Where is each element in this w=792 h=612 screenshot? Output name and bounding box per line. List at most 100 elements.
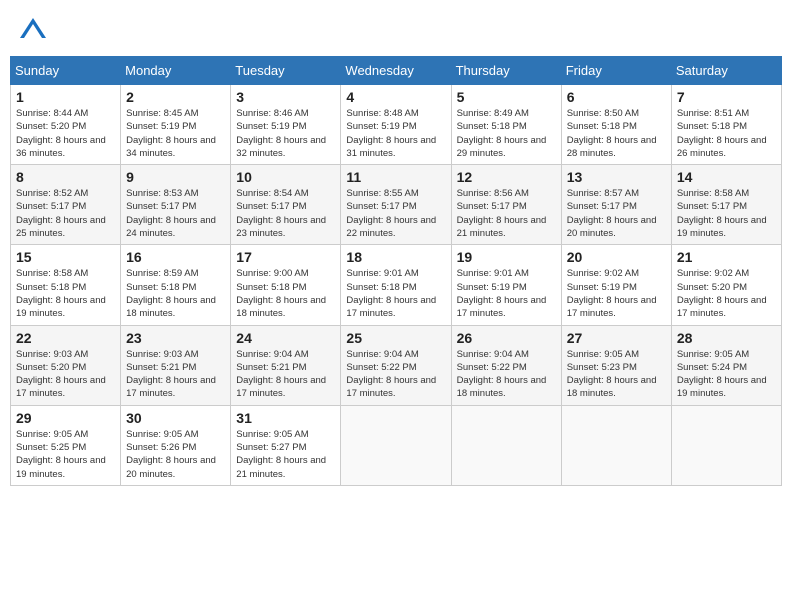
calendar-day-25: 25 Sunrise: 9:04 AMSunset: 5:22 PMDayligh…: [341, 325, 451, 405]
calendar-day-1: 1 Sunrise: 8:44 AMSunset: 5:20 PMDaylight…: [11, 85, 121, 165]
day-info: Sunrise: 8:54 AMSunset: 5:17 PMDaylight:…: [236, 187, 335, 240]
day-number: 3: [236, 89, 335, 105]
day-info: Sunrise: 8:59 AMSunset: 5:18 PMDaylight:…: [126, 267, 225, 320]
day-number: 30: [126, 410, 225, 426]
calendar-day-29: 29 Sunrise: 9:05 AMSunset: 5:25 PMDayligh…: [11, 405, 121, 485]
day-number: 17: [236, 249, 335, 265]
empty-cell: [671, 405, 781, 485]
day-number: 29: [16, 410, 115, 426]
day-info: Sunrise: 9:03 AMSunset: 5:20 PMDaylight:…: [16, 348, 115, 401]
calendar-day-13: 13 Sunrise: 8:57 AMSunset: 5:17 PMDayligh…: [561, 165, 671, 245]
calendar-table: SundayMondayTuesdayWednesdayThursdayFrid…: [10, 56, 782, 486]
logo-icon: [18, 14, 48, 44]
column-header-sunday: Sunday: [11, 57, 121, 85]
calendar-day-10: 10 Sunrise: 8:54 AMSunset: 5:17 PMDayligh…: [231, 165, 341, 245]
day-info: Sunrise: 8:49 AMSunset: 5:18 PMDaylight:…: [457, 107, 556, 160]
calendar-header-row: SundayMondayTuesdayWednesdayThursdayFrid…: [11, 57, 782, 85]
day-number: 21: [677, 249, 776, 265]
day-info: Sunrise: 8:53 AMSunset: 5:17 PMDaylight:…: [126, 187, 225, 240]
day-number: 18: [346, 249, 445, 265]
day-info: Sunrise: 9:04 AMSunset: 5:21 PMDaylight:…: [236, 348, 335, 401]
day-info: Sunrise: 9:05 AMSunset: 5:25 PMDaylight:…: [16, 428, 115, 481]
calendar-day-21: 21 Sunrise: 9:02 AMSunset: 5:20 PMDayligh…: [671, 245, 781, 325]
day-number: 5: [457, 89, 556, 105]
calendar-day-11: 11 Sunrise: 8:55 AMSunset: 5:17 PMDayligh…: [341, 165, 451, 245]
calendar-day-17: 17 Sunrise: 9:00 AMSunset: 5:18 PMDayligh…: [231, 245, 341, 325]
calendar-day-3: 3 Sunrise: 8:46 AMSunset: 5:19 PMDaylight…: [231, 85, 341, 165]
empty-cell: [451, 405, 561, 485]
day-info: Sunrise: 9:03 AMSunset: 5:21 PMDaylight:…: [126, 348, 225, 401]
day-info: Sunrise: 8:52 AMSunset: 5:17 PMDaylight:…: [16, 187, 115, 240]
calendar-week-2: 8 Sunrise: 8:52 AMSunset: 5:17 PMDaylight…: [11, 165, 782, 245]
calendar-week-5: 29 Sunrise: 9:05 AMSunset: 5:25 PMDayligh…: [11, 405, 782, 485]
logo: [18, 14, 52, 44]
empty-cell: [341, 405, 451, 485]
calendar-day-23: 23 Sunrise: 9:03 AMSunset: 5:21 PMDayligh…: [121, 325, 231, 405]
calendar-day-5: 5 Sunrise: 8:49 AMSunset: 5:18 PMDaylight…: [451, 85, 561, 165]
column-header-wednesday: Wednesday: [341, 57, 451, 85]
day-number: 10: [236, 169, 335, 185]
calendar-day-24: 24 Sunrise: 9:04 AMSunset: 5:21 PMDayligh…: [231, 325, 341, 405]
day-info: Sunrise: 9:00 AMSunset: 5:18 PMDaylight:…: [236, 267, 335, 320]
calendar-day-30: 30 Sunrise: 9:05 AMSunset: 5:26 PMDayligh…: [121, 405, 231, 485]
calendar-day-26: 26 Sunrise: 9:04 AMSunset: 5:22 PMDayligh…: [451, 325, 561, 405]
day-number: 28: [677, 330, 776, 346]
calendar-day-18: 18 Sunrise: 9:01 AMSunset: 5:18 PMDayligh…: [341, 245, 451, 325]
day-info: Sunrise: 9:01 AMSunset: 5:19 PMDaylight:…: [457, 267, 556, 320]
day-number: 20: [567, 249, 666, 265]
day-info: Sunrise: 9:01 AMSunset: 5:18 PMDaylight:…: [346, 267, 445, 320]
day-number: 13: [567, 169, 666, 185]
day-info: Sunrise: 9:04 AMSunset: 5:22 PMDaylight:…: [346, 348, 445, 401]
day-number: 19: [457, 249, 556, 265]
calendar-day-31: 31 Sunrise: 9:05 AMSunset: 5:27 PMDayligh…: [231, 405, 341, 485]
day-number: 31: [236, 410, 335, 426]
day-info: Sunrise: 8:57 AMSunset: 5:17 PMDaylight:…: [567, 187, 666, 240]
day-info: Sunrise: 9:05 AMSunset: 5:23 PMDaylight:…: [567, 348, 666, 401]
day-info: Sunrise: 8:44 AMSunset: 5:20 PMDaylight:…: [16, 107, 115, 160]
day-number: 27: [567, 330, 666, 346]
day-info: Sunrise: 9:05 AMSunset: 5:24 PMDaylight:…: [677, 348, 776, 401]
calendar-week-1: 1 Sunrise: 8:44 AMSunset: 5:20 PMDaylight…: [11, 85, 782, 165]
day-info: Sunrise: 8:50 AMSunset: 5:18 PMDaylight:…: [567, 107, 666, 160]
day-number: 22: [16, 330, 115, 346]
day-number: 23: [126, 330, 225, 346]
day-info: Sunrise: 8:45 AMSunset: 5:19 PMDaylight:…: [126, 107, 225, 160]
day-number: 8: [16, 169, 115, 185]
day-info: Sunrise: 8:46 AMSunset: 5:19 PMDaylight:…: [236, 107, 335, 160]
calendar-day-14: 14Sunrise: 8:58 AMSunset: 5:17 PMDayligh…: [671, 165, 781, 245]
day-info: Sunrise: 9:04 AMSunset: 5:22 PMDaylight:…: [457, 348, 556, 401]
day-number: 25: [346, 330, 445, 346]
column-header-tuesday: Tuesday: [231, 57, 341, 85]
calendar-day-12: 12Sunrise: 8:56 AMSunset: 5:17 PMDayligh…: [451, 165, 561, 245]
calendar-week-3: 15Sunrise: 8:58 AMSunset: 5:18 PMDayligh…: [11, 245, 782, 325]
column-header-saturday: Saturday: [671, 57, 781, 85]
day-info: Sunrise: 8:55 AMSunset: 5:17 PMDaylight:…: [346, 187, 445, 240]
calendar-day-20: 20 Sunrise: 9:02 AMSunset: 5:19 PMDayligh…: [561, 245, 671, 325]
calendar-day-2: 2Sunrise: 8:45 AMSunset: 5:19 PMDaylight…: [121, 85, 231, 165]
calendar-week-4: 22 Sunrise: 9:03 AMSunset: 5:20 PMDayligh…: [11, 325, 782, 405]
column-header-monday: Monday: [121, 57, 231, 85]
day-number: 26: [457, 330, 556, 346]
day-number: 11: [346, 169, 445, 185]
day-number: 15: [16, 249, 115, 265]
calendar-day-8: 8 Sunrise: 8:52 AMSunset: 5:17 PMDaylight…: [11, 165, 121, 245]
day-info: Sunrise: 9:05 AMSunset: 5:27 PMDaylight:…: [236, 428, 335, 481]
day-number: 1: [16, 89, 115, 105]
day-info: Sunrise: 8:56 AMSunset: 5:17 PMDaylight:…: [457, 187, 556, 240]
day-info: Sunrise: 8:51 AMSunset: 5:18 PMDaylight:…: [677, 107, 776, 160]
calendar-day-19: 19 Sunrise: 9:01 AMSunset: 5:19 PMDayligh…: [451, 245, 561, 325]
calendar-day-9: 9 Sunrise: 8:53 AMSunset: 5:17 PMDaylight…: [121, 165, 231, 245]
day-info: Sunrise: 8:48 AMSunset: 5:19 PMDaylight:…: [346, 107, 445, 160]
day-number: 9: [126, 169, 225, 185]
day-info: Sunrise: 9:05 AMSunset: 5:26 PMDaylight:…: [126, 428, 225, 481]
day-number: 6: [567, 89, 666, 105]
day-number: 7: [677, 89, 776, 105]
day-info: Sunrise: 9:02 AMSunset: 5:19 PMDaylight:…: [567, 267, 666, 320]
day-number: 16: [126, 249, 225, 265]
day-number: 24: [236, 330, 335, 346]
empty-cell: [561, 405, 671, 485]
calendar-day-28: 28 Sunrise: 9:05 AMSunset: 5:24 PMDayligh…: [671, 325, 781, 405]
day-info: Sunrise: 9:02 AMSunset: 5:20 PMDaylight:…: [677, 267, 776, 320]
day-number: 14: [677, 169, 776, 185]
calendar-day-6: 6 Sunrise: 8:50 AMSunset: 5:18 PMDaylight…: [561, 85, 671, 165]
